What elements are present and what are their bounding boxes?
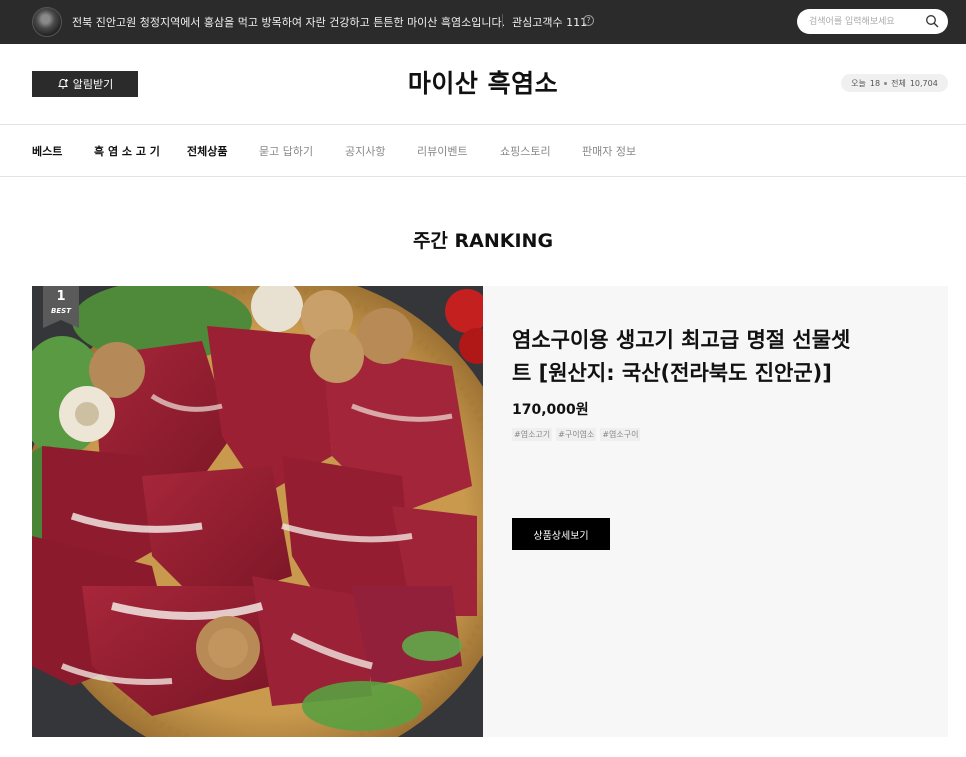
rank-badge: 1 BEST	[43, 286, 79, 328]
divider	[502, 14, 503, 28]
top-bar: 전북 진안고원 청정지역에서 홍삼을 먹고 방목하여 자란 건강하고 튼튼한 마…	[0, 0, 966, 44]
best-label: BEST	[51, 307, 71, 315]
product-name[interactable]: 염소구이용 생고기 최고급 명절 선물셋트 [원산지: 국산(전라북도 진안군)…	[512, 324, 852, 390]
section-title: 주간 RANKING	[412, 230, 554, 252]
nav-item-best[interactable]: 베스트	[32, 143, 62, 159]
rank-number: 1	[56, 289, 66, 304]
product-info-panel: 염소구이용 생고기 최고급 명절 선물셋트 [원산지: 국산(전라북도 진안군)…	[483, 286, 948, 737]
nav-item-seller-info[interactable]: 판매자 정보	[582, 143, 636, 159]
product-price: 170,000원	[512, 402, 589, 418]
nav-item-review-event[interactable]: 리뷰이벤트	[417, 143, 468, 159]
today-label: 오늘	[851, 78, 866, 88]
nav-item-notice[interactable]: 공지사항	[345, 143, 385, 159]
nav-item-goat-meat[interactable]: 흑 염 소 고 기	[94, 143, 160, 159]
shop-intro-text: 전북 진안고원 청정지역에서 홍삼을 먹고 방목하여 자란 건강하고 튼튼한 마…	[72, 16, 506, 29]
main-nav: 베스트 흑 염 소 고 기 전체상품 묻고 답하기 공지사항 리뷰이벤트 쇼핑스…	[0, 125, 966, 177]
product-tags: #염소고기 #구이염소 #염소구이	[512, 428, 641, 441]
tag-item[interactable]: #구이염소	[556, 428, 597, 441]
site-header: 알림받기 마이산 흑염소 오늘 18 전체 10,704	[0, 44, 966, 125]
product-image[interactable]	[32, 286, 483, 737]
shop-avatar[interactable]	[32, 7, 62, 37]
nav-item-shopping-story[interactable]: 쇼핑스토리	[500, 143, 551, 159]
favorite-customers-label: 관심고객수	[512, 16, 563, 29]
nav-item-all-products[interactable]: 전체상품	[187, 143, 227, 159]
tag-item[interactable]: #염소고기	[512, 428, 553, 441]
total-count: 10,704	[909, 78, 938, 88]
today-count: 18	[869, 78, 881, 88]
product-detail-button[interactable]: 상품상세보기	[512, 518, 610, 550]
search-input[interactable]	[809, 14, 921, 29]
tag-item[interactable]: #염소구이	[600, 428, 641, 441]
search-box	[797, 9, 948, 34]
question-circle-icon[interactable]: ?	[583, 15, 594, 26]
nav-item-qna[interactable]: 묻고 답하기	[259, 143, 313, 159]
separator-dot	[884, 81, 888, 85]
search-icon[interactable]	[925, 14, 939, 28]
favorite-customers[interactable]: 관심고객수 111	[512, 14, 587, 30]
site-title[interactable]: 마이산 흑염소	[0, 64, 966, 100]
total-label: 전체	[891, 78, 906, 88]
visitor-counter: 오늘 18 전체 10,704	[841, 74, 948, 92]
